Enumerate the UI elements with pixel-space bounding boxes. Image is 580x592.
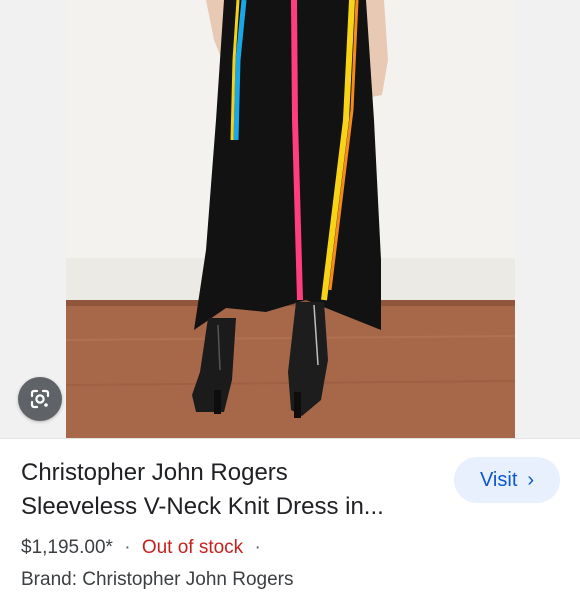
- price-row: $1,195.00* · Out of stock ·: [21, 536, 267, 560]
- lens-search-button[interactable]: [18, 377, 62, 421]
- google-lens-icon: [30, 389, 50, 409]
- separator-dot-2: ·: [254, 537, 261, 558]
- price: $1,195.00*: [21, 537, 113, 558]
- product-title[interactable]: Christopher John Rogers Sleeveless V-Nec…: [21, 456, 431, 524]
- separator-dot: ·: [124, 537, 131, 558]
- stock-status: Out of stock: [141, 537, 244, 558]
- chevron-right-icon: ›: [527, 469, 535, 491]
- product-title-line-1: Christopher John Rogers: [21, 459, 288, 486]
- product-photo[interactable]: [66, 0, 515, 438]
- visit-button[interactable]: Visit ›: [454, 457, 560, 503]
- divider: [0, 438, 580, 439]
- dress-photo-illustration: [66, 0, 515, 438]
- brand-row: Brand: Christopher John Rogers: [21, 568, 293, 592]
- visit-button-label: Visit: [479, 468, 518, 491]
- product-title-line-2: Sleeveless V-Neck Knit Dress in...: [21, 493, 384, 520]
- product-image-area[interactable]: [0, 0, 580, 438]
